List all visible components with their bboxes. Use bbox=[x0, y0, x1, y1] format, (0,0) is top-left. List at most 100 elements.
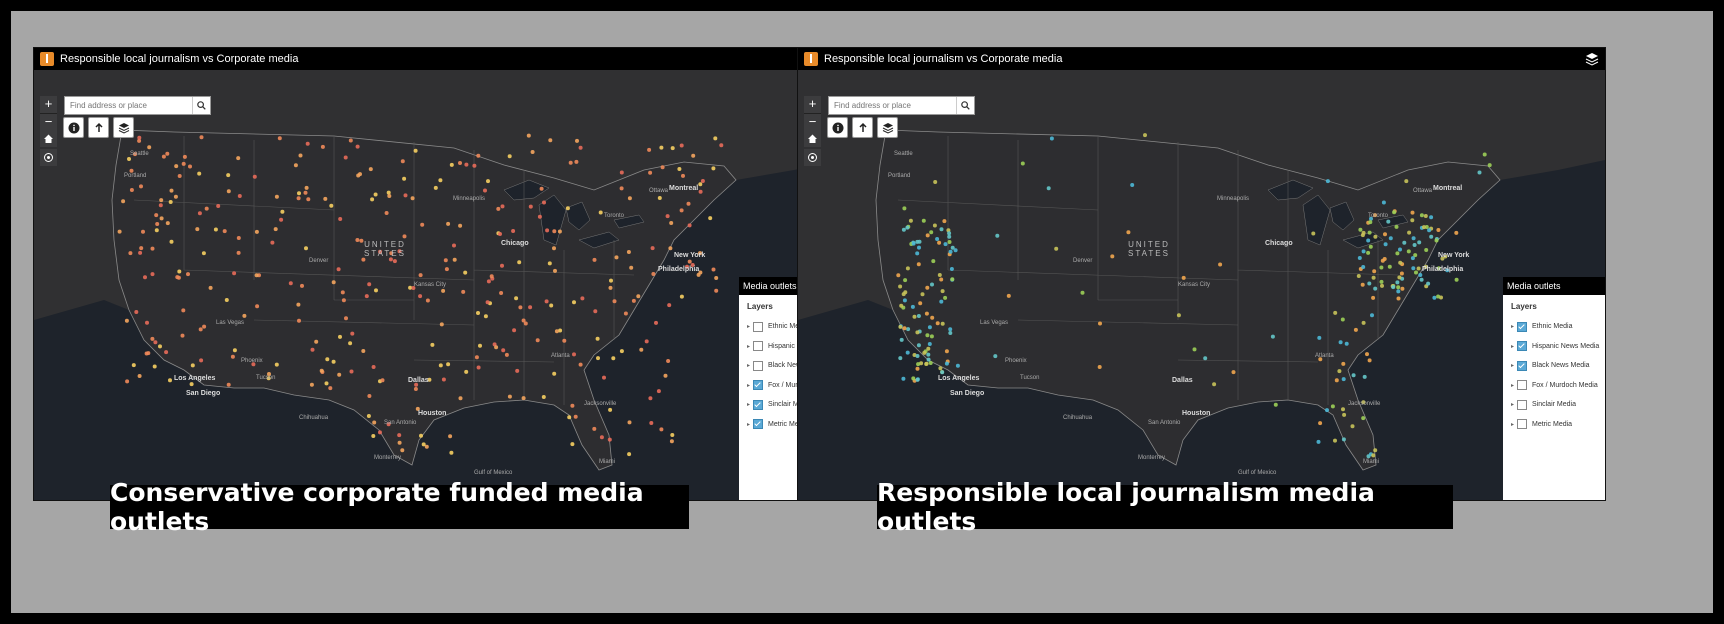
media-outlet-dot bbox=[325, 357, 330, 362]
layer-label: Metric Media bbox=[1532, 420, 1573, 428]
media-outlet-dot bbox=[1361, 416, 1366, 421]
info-button[interactable] bbox=[63, 117, 84, 138]
media-outlet-dot bbox=[1411, 236, 1416, 241]
search-box[interactable] bbox=[828, 96, 975, 115]
basemap-gallery-button[interactable] bbox=[88, 117, 109, 138]
city-label: Phoenix bbox=[1005, 358, 1027, 364]
media-outlet-dot bbox=[159, 198, 164, 203]
media-outlet-dot bbox=[181, 308, 186, 313]
media-outlet-dot bbox=[1380, 258, 1385, 263]
layer-row[interactable]: ▸ Sinclair Media bbox=[1503, 395, 1605, 415]
media-outlet-dot bbox=[331, 280, 336, 285]
zoom-in-button[interactable]: + bbox=[804, 96, 821, 114]
media-outlet-dot bbox=[1181, 275, 1186, 280]
media-outlet-dot bbox=[651, 272, 656, 276]
layer-checkbox[interactable] bbox=[753, 380, 763, 391]
layer-checkbox[interactable] bbox=[1517, 380, 1527, 391]
pointer-icon bbox=[858, 122, 867, 132]
media-outlet-dot bbox=[320, 144, 325, 149]
search-button[interactable] bbox=[192, 97, 210, 114]
layer-checkbox[interactable] bbox=[753, 321, 763, 332]
pointer-icon bbox=[94, 122, 103, 132]
layer-row[interactable]: ▸ Ethnic Media bbox=[1503, 317, 1605, 337]
media-outlet-dot bbox=[472, 163, 477, 168]
home-button[interactable] bbox=[804, 130, 821, 147]
media-outlet-dot bbox=[483, 314, 488, 319]
media-outlet-dot bbox=[288, 281, 293, 286]
locate-button[interactable] bbox=[40, 149, 57, 166]
layer-checkbox[interactable] bbox=[753, 419, 763, 430]
media-outlet-dot bbox=[386, 190, 391, 195]
media-outlet-dot bbox=[489, 274, 494, 279]
media-outlet-dot bbox=[476, 311, 480, 315]
city-label: Philadelphia bbox=[1422, 266, 1464, 273]
layer-checkbox[interactable] bbox=[753, 360, 763, 371]
media-outlet-dot bbox=[433, 185, 438, 190]
layer-checkbox[interactable] bbox=[1517, 321, 1527, 332]
media-outlet-dot bbox=[150, 336, 155, 341]
map-view[interactable]: Los Angeles San Diego Las Vegas Phoenix Tucs… bbox=[34, 70, 841, 500]
info-button[interactable] bbox=[827, 117, 848, 138]
media-outlet-dot bbox=[201, 251, 206, 256]
media-outlet-dot bbox=[1416, 266, 1421, 271]
app-logo-icon bbox=[804, 52, 818, 66]
media-outlet-dot bbox=[1380, 283, 1384, 288]
media-outlet-dot bbox=[1432, 295, 1437, 300]
layer-row[interactable]: ▸ Metric Media bbox=[1503, 415, 1605, 435]
media-outlet-dot bbox=[452, 243, 456, 248]
layer-checkbox[interactable] bbox=[753, 341, 763, 352]
media-outlet-dot bbox=[1402, 240, 1407, 245]
basemap-gallery-button[interactable] bbox=[852, 117, 873, 138]
city-label: San Antonio bbox=[1148, 420, 1181, 426]
locate-icon bbox=[808, 153, 817, 162]
layer-checkbox[interactable] bbox=[753, 399, 763, 410]
media-outlet-dot bbox=[1365, 352, 1369, 357]
layer-checkbox[interactable] bbox=[1517, 399, 1527, 410]
search-button[interactable] bbox=[956, 97, 974, 114]
media-outlet-dot bbox=[1394, 224, 1399, 229]
layer-checkbox[interactable] bbox=[1517, 360, 1527, 371]
map-view[interactable]: Los Angeles San Diego Las Vegas Phoenix Tucs… bbox=[798, 70, 1605, 500]
media-outlet-dot bbox=[943, 242, 948, 247]
media-outlet-dot bbox=[1386, 219, 1391, 224]
layer-checkbox[interactable] bbox=[1517, 419, 1527, 430]
media-outlet-dot bbox=[1396, 296, 1401, 301]
media-outlet-dot bbox=[273, 227, 278, 232]
layer-row[interactable]: ▸ Fox / Murdoch Media bbox=[1503, 376, 1605, 396]
media-outlet-dot bbox=[949, 267, 954, 271]
media-outlet-dot bbox=[539, 186, 544, 191]
media-outlet-dot bbox=[687, 223, 692, 228]
media-outlet-dot bbox=[925, 233, 930, 238]
media-outlet-dot bbox=[915, 251, 920, 256]
media-outlet-dot bbox=[670, 146, 675, 151]
media-outlet-dot bbox=[518, 305, 523, 310]
media-outlet-dot bbox=[922, 350, 927, 355]
city-label: Seattle bbox=[894, 151, 913, 157]
layer-list-button[interactable] bbox=[113, 117, 134, 138]
locate-icon bbox=[44, 153, 53, 162]
media-outlet-dot bbox=[903, 290, 908, 295]
search-input[interactable] bbox=[65, 101, 195, 110]
media-outlet-dot bbox=[592, 426, 597, 431]
search-input[interactable] bbox=[829, 101, 959, 110]
locate-button[interactable] bbox=[804, 149, 821, 166]
home-icon bbox=[44, 134, 53, 143]
layer-row[interactable]: ▸ Black News Media bbox=[1503, 356, 1605, 376]
city-label: San Diego bbox=[186, 390, 221, 397]
layers-stack-icon[interactable] bbox=[1585, 52, 1599, 66]
zoom-in-button[interactable]: + bbox=[40, 96, 57, 114]
media-outlet-dot bbox=[915, 366, 920, 371]
media-outlet-dot bbox=[1482, 152, 1487, 157]
layer-checkbox[interactable] bbox=[1517, 341, 1527, 352]
media-outlet-dot bbox=[496, 206, 501, 211]
media-outlet-dot bbox=[948, 331, 953, 335]
media-outlet-dot bbox=[899, 337, 904, 342]
media-outlet-dot bbox=[1212, 382, 1217, 387]
home-button[interactable] bbox=[40, 130, 57, 147]
media-outlet-dot bbox=[1333, 438, 1337, 443]
media-outlet-dot bbox=[1411, 266, 1416, 271]
layer-row[interactable]: ▸ Hispanic News Media bbox=[1503, 337, 1605, 357]
search-box[interactable] bbox=[64, 96, 211, 115]
media-outlet-dot bbox=[300, 283, 304, 288]
layer-list-button[interactable] bbox=[877, 117, 898, 138]
